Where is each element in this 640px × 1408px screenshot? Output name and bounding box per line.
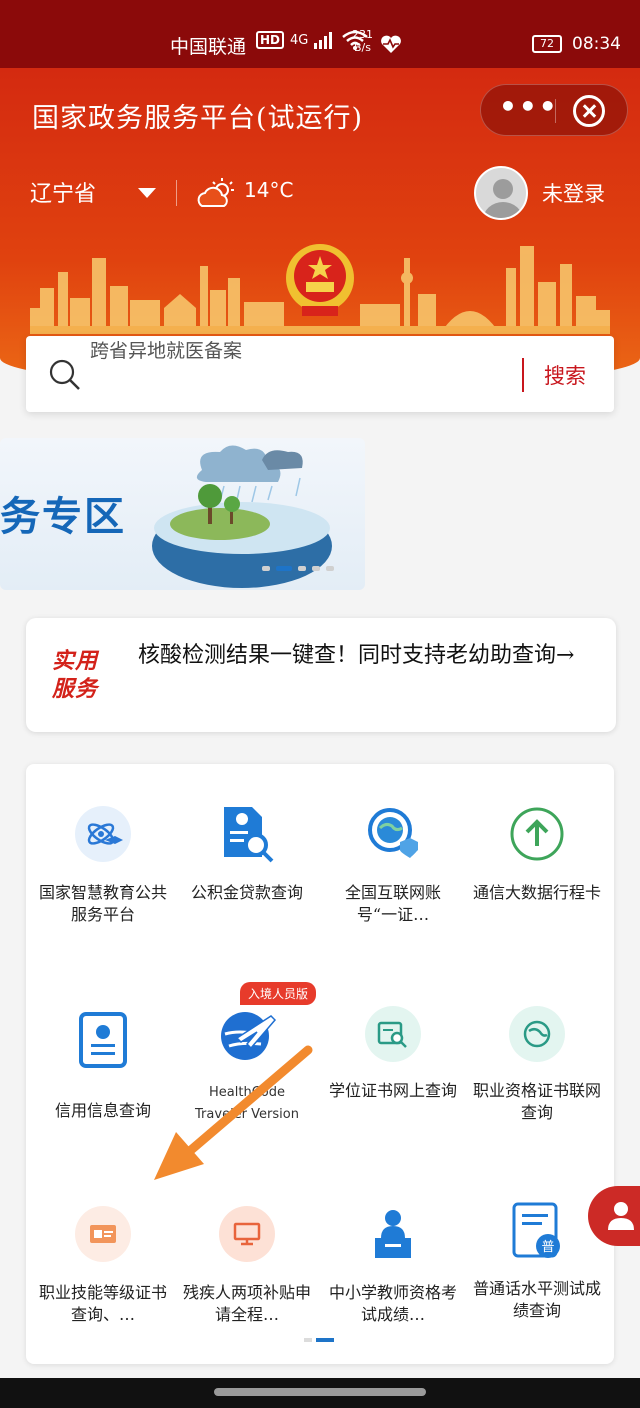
region-selector[interactable]: 辽宁省 [30,176,96,208]
battery-indicator: 72 [532,35,562,53]
region-divider [176,180,177,206]
service-label: 国家智慧教育公共服务平台 [38,883,167,924]
search-button[interactable]: 搜索 [544,360,586,390]
more-button[interactable]: ••• [499,93,557,125]
globe-shield-icon [365,806,421,862]
capsule-divider [555,99,556,123]
id-card-icon [75,1012,131,1068]
service-tile-disability-subsidy[interactable]: 残疾人两项补贴申请全程… [174,1206,320,1326]
search-divider [522,358,524,392]
status-bar: 中国联通 HD 4G 231 B/s 72 08:34 [0,0,640,68]
carousel-dot[interactable] [312,566,320,571]
network-type: 4G [290,32,309,48]
service-tile-internet-account[interactable]: 全国互联网账号“一证… [320,806,466,926]
login-link[interactable]: 未登录 [542,178,605,208]
service-label: 残疾人两项补贴申请全程… [182,1283,311,1324]
avatar[interactable] [474,166,528,220]
service-label: 职业技能等级证书查询、… [38,1283,167,1324]
certificate-search-icon [365,1006,421,1062]
speed-unit: B/s [354,41,371,54]
search-bar[interactable]: 跨省异地就医备案 搜索 [26,336,614,412]
inbound-travelers-badge: 入境人员版 [240,982,317,1005]
svg-text:普: 普 [541,1240,554,1255]
page-indicator [304,1338,334,1342]
heart-monitor-icon [381,35,401,53]
mini-program-capsule: ••• [480,84,628,136]
service-label: 学位证书网上查询 [328,1081,457,1100]
service-grid: 国家智慧教育公共服务平台 公积金贷款查询 全国互联网账号“一证… 通信大数据行程… [26,764,614,1364]
teacher-podium-icon [365,1206,421,1262]
network-globe-icon [509,1006,565,1062]
hd-icon: HD [256,31,285,49]
service-tile-travel-card[interactable]: 通信大数据行程卡 [464,806,610,904]
carrier-name: 中国联通 [170,36,247,58]
home-indicator[interactable] [214,1388,426,1396]
carousel-dot[interactable] [298,566,306,571]
service-label: 中小学教师资格考试成绩… [328,1283,457,1324]
orange-arrow-annotation [154,1045,313,1180]
close-button[interactable] [573,95,605,127]
page-dot[interactable] [304,1338,312,1342]
document-search-icon [219,806,275,863]
signal-icon [314,32,333,49]
national-emblem-logo [286,244,354,316]
user-icon [608,1202,634,1230]
search-placeholder[interactable]: 跨省异地就医备案 [90,336,242,363]
tag-line-2: 服务 [52,677,99,702]
service-label: 普通话水平测试成绩查询 [472,1279,601,1320]
practical-service-notice[interactable]: 实用 服务 核酸检测结果一键查！同时支持老幼助查询→ [26,618,616,732]
mandarin-test-icon: 普 [508,1202,566,1262]
network-speed: 231 B/s [352,28,373,54]
partly-cloudy-icon [197,178,234,207]
carousel-dot-active[interactable] [276,566,292,571]
atom-graduation-icon [75,806,131,862]
service-tile-skill-certificate[interactable]: 职业技能等级证书查询、… [30,1206,176,1326]
practical-service-tag: 实用 服务 [52,648,98,704]
user-silhouette-icon [483,179,523,218]
search-icon[interactable] [48,358,82,392]
service-tile-degree-certificate[interactable]: 学位证书网上查询 [320,1006,466,1102]
banner-carousel[interactable]: 务专区 [0,438,365,590]
service-tile-housing-fund-loan[interactable]: 公积金贷款查询 [174,806,320,904]
arrow-up-circle-icon [509,806,565,862]
speed-value: 231 [352,28,373,41]
notice-text[interactable]: 核酸检测结果一键查！同时支持老幼助查询→ [138,640,588,672]
service-tile-smart-education[interactable]: 国家智慧教育公共服务平台 [30,806,176,926]
temperature: 14°C [244,178,294,202]
tag-line-1: 实用 [52,649,99,674]
banner-title: 务专区 [0,494,126,540]
monitor-icon [219,1206,275,1262]
page-dot-active[interactable] [316,1338,334,1342]
clock: 08:34 [572,34,621,54]
system-navigation-bar [0,1378,640,1408]
service-tile-qualification-certificate[interactable]: 职业资格证书联网查询 [464,1006,610,1124]
skill-certificate-icon [75,1206,131,1262]
carousel-dot[interactable] [262,566,270,571]
carousel-dot[interactable] [326,566,334,571]
chevron-down-icon[interactable] [138,188,156,198]
service-tile-teacher-qualification[interactable]: 中小学教师资格考试成绩… [320,1206,466,1326]
service-label: 公积金贷款查询 [190,883,303,902]
service-label: 通信大数据行程卡 [472,883,601,902]
service-label: 全国互联网账号“一证… [344,883,441,924]
page-title: 国家政务服务平台(试运行) [32,103,364,134]
customer-service-button[interactable] [588,1186,640,1246]
carousel-indicator [262,566,334,571]
service-label: 职业资格证书联网查询 [472,1081,601,1122]
